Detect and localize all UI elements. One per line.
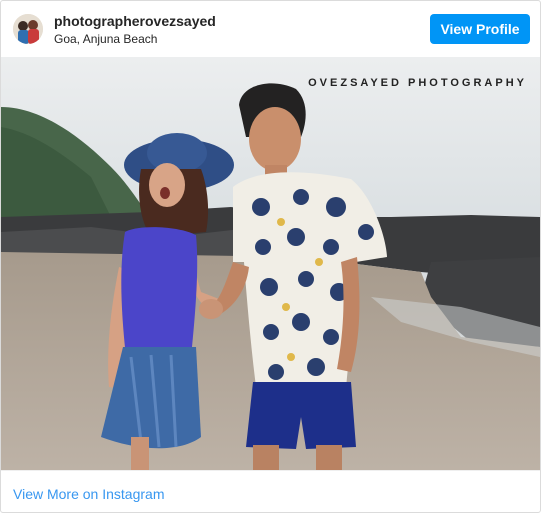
avatar-image — [13, 14, 43, 44]
username[interactable]: photographerovezsayed — [54, 12, 216, 30]
avatar[interactable] — [13, 14, 43, 44]
beach-couple-photo — [1, 57, 540, 470]
view-more-on-instagram-link[interactable]: View More on Instagram — [13, 486, 164, 502]
location[interactable]: Goa, Anjuna Beach — [54, 31, 216, 47]
view-profile-button[interactable]: View Profile — [430, 14, 530, 44]
post-header: photographerovezsayed Goa, Anjuna Beach … — [1, 1, 540, 57]
post-photo[interactable]: OVEZSAYED PHOTOGRAPHY — [1, 57, 540, 470]
user-block: photographerovezsayed Goa, Anjuna Beach — [54, 12, 216, 47]
post-footer: View More on Instagram — [1, 470, 540, 513]
photo-watermark: OVEZSAYED PHOTOGRAPHY — [308, 77, 527, 89]
instagram-embed-card: photographerovezsayed Goa, Anjuna Beach … — [0, 0, 541, 513]
